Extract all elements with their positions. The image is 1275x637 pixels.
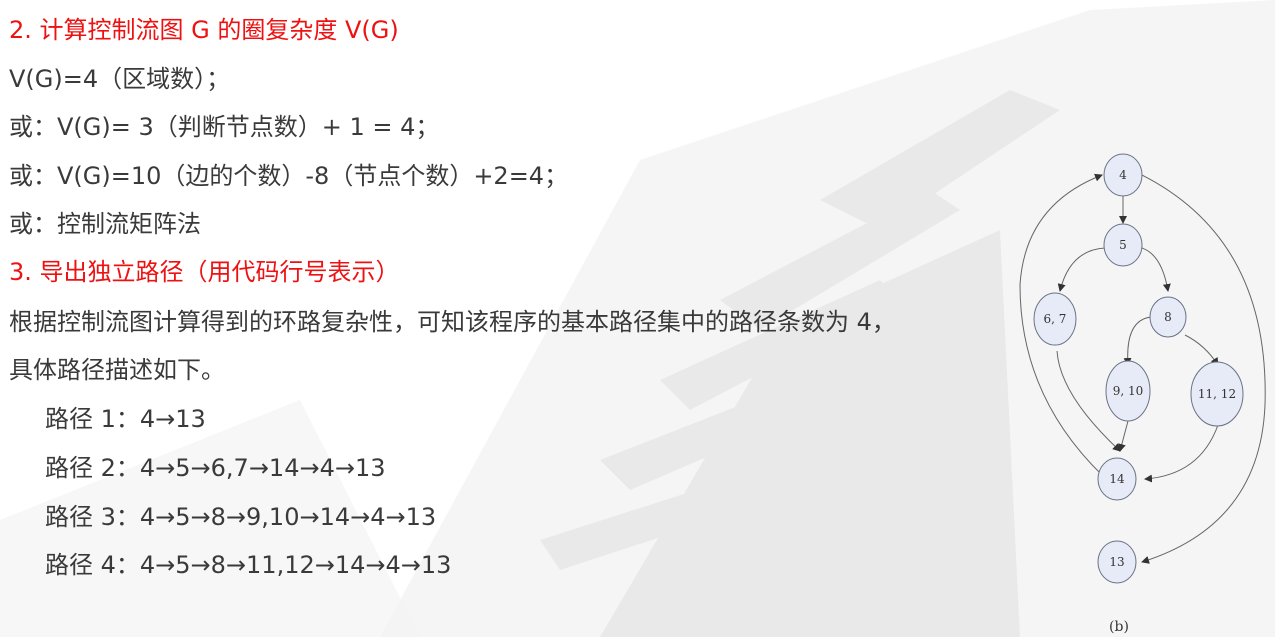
node-label-9-10: 9, 10	[1113, 384, 1144, 398]
control-flow-graph: 4 5 6, 7 8 9, 10 11, 12 14 13 (b)	[1010, 145, 1275, 637]
node-label-14: 14	[1109, 472, 1125, 486]
node-label-6-7: 6, 7	[1044, 312, 1067, 326]
description-line-1: 根据控制流图计算得到的环路复杂性，可知该程序的基本路径集中的路径条数为 4，	[9, 308, 896, 336]
node-label-11-12: 11, 12	[1198, 387, 1236, 401]
method-control-matrix: 或：控制流矩阵法	[9, 210, 201, 238]
node-label-5: 5	[1119, 238, 1127, 252]
node-label-8: 8	[1164, 310, 1172, 324]
heading-independent-paths: 3. 导出独立路径（用代码行号表示）	[9, 258, 400, 286]
edge-8-9,10	[1123, 316, 1152, 366]
path-item-2: 路径 2：4→5→6,7→14→4→13	[45, 454, 386, 482]
heading-cyclomatic-complexity: 2. 计算控制流图 G 的圈复杂度 V(G)	[9, 16, 399, 44]
path-item-3: 路径 3：4→5→8→9,10→14→4→13	[45, 503, 437, 531]
figure-caption: (b)	[1109, 619, 1129, 635]
edge-8-11,12	[1184, 334, 1219, 366]
method-region-count: V(G)=4（区域数）；	[9, 65, 231, 93]
edge-11,12-14	[1144, 424, 1219, 483]
edge-9,10-14	[1117, 420, 1129, 452]
node-label-4: 4	[1119, 168, 1127, 182]
method-edges-nodes: 或：V(G)=10（边的个数）-8（节点个数）+2=4；	[9, 162, 569, 190]
path-item-1: 路径 1：4→13	[45, 405, 206, 433]
method-decision-nodes: 或：V(G)= 3（判断节点数）+ 1 = 4；	[9, 113, 440, 141]
edge-5-8	[1141, 247, 1171, 292]
description-line-2: 具体路径描述如下。	[9, 356, 225, 384]
node-label-13: 13	[1109, 555, 1124, 569]
path-item-4: 路径 4：4→5→8→11,12→14→4→13	[45, 551, 452, 579]
edge-5-6,7	[1057, 247, 1106, 292]
